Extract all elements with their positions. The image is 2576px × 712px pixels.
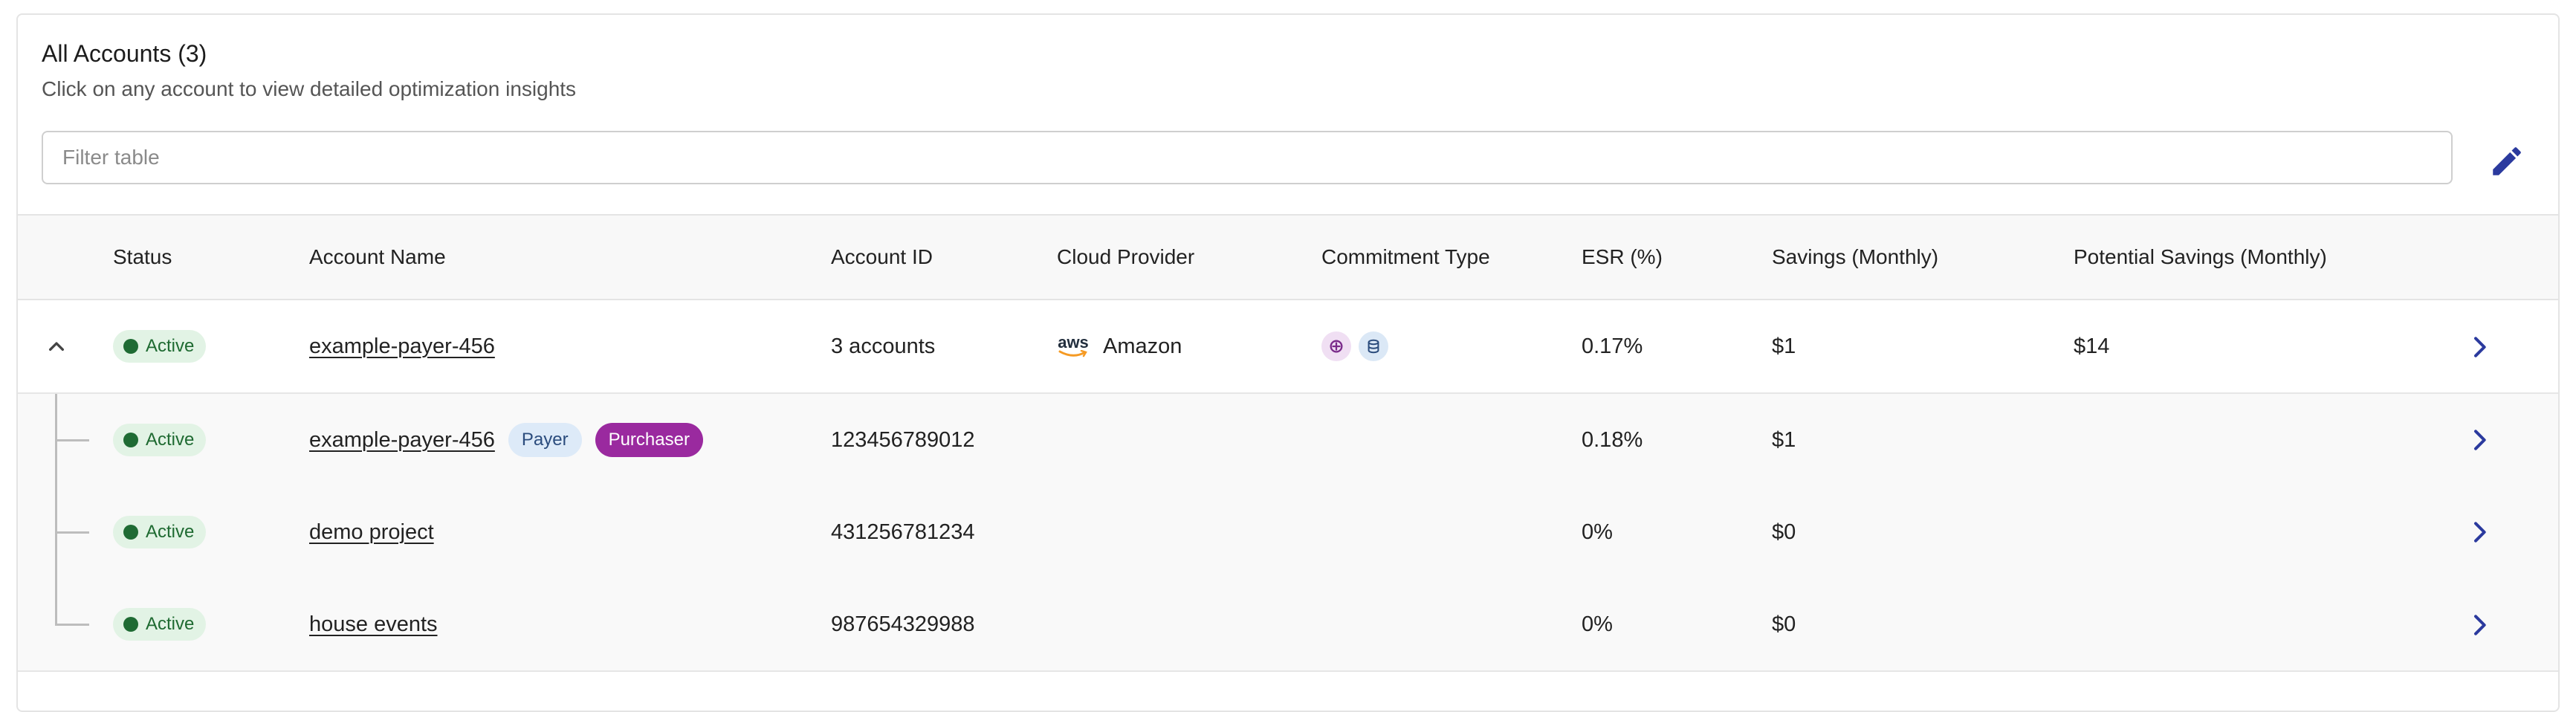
panel-title: All Accounts (3) — [42, 40, 207, 67]
accounts-panel: All Accounts (3) Click on any account to… — [16, 13, 2560, 712]
table-row-child[interactable]: Active demo project 431256781234 0% $0 — [18, 486, 2558, 578]
account-id: 987654329988 — [831, 612, 975, 636]
esr-value: 0% — [1582, 520, 1613, 544]
column-header-status[interactable]: Status — [113, 216, 172, 299]
column-header-savings[interactable]: Savings (Monthly) — [1772, 216, 1938, 299]
cloud-provider-label: Amazon — [1103, 334, 1182, 358]
savings-value: $0 — [1772, 612, 1796, 636]
status-dot-icon — [123, 433, 138, 447]
esr-value: 0.18% — [1582, 427, 1643, 452]
column-header-cloud-provider[interactable]: Cloud Provider — [1057, 216, 1194, 299]
database-icon — [1359, 331, 1388, 361]
table-row-child[interactable]: Active house events 987654329988 0% $0 — [18, 578, 2558, 672]
filter-table-input[interactable] — [42, 131, 2453, 184]
column-header-account-name[interactable]: Account Name — [309, 216, 446, 299]
chevron-right-icon[interactable] — [2465, 517, 2494, 547]
panel-subtitle: Click on any account to view detailed op… — [42, 77, 577, 100]
cloud-provider: aws Amazon — [1057, 300, 1182, 392]
potential-savings-value: $14 — [2074, 334, 2110, 358]
chevron-right-icon[interactable] — [2465, 332, 2494, 362]
pencil-icon — [2493, 147, 2521, 175]
aws-logo-icon: aws — [1057, 334, 1090, 357]
table-header: Status Account Name Account ID Cloud Pro… — [18, 214, 2558, 300]
account-name-link[interactable]: demo project — [309, 520, 434, 545]
commitment-type — [1321, 300, 1396, 392]
status-badge: Active — [113, 424, 207, 456]
account-id: 123456789012 — [831, 427, 975, 452]
table-row-parent[interactable]: Active example-payer-456 3 accounts aws … — [18, 300, 2558, 394]
column-header-potential-savings[interactable]: Potential Savings (Monthly) — [2074, 216, 2327, 299]
chevron-right-icon[interactable] — [2465, 610, 2494, 640]
tree-connector-branch — [55, 624, 89, 626]
status-badge: Active — [113, 330, 207, 363]
column-header-esr[interactable]: ESR (%) — [1582, 216, 1663, 299]
account-name-link[interactable]: house events — [309, 612, 438, 637]
esr-value: 0.17% — [1582, 334, 1643, 358]
savings-value: $1 — [1772, 427, 1796, 452]
tree-connector-vertical — [55, 394, 57, 626]
status-dot-icon — [123, 617, 138, 632]
status-dot-icon — [123, 339, 138, 354]
column-header-commitment-type[interactable]: Commitment Type — [1321, 216, 1490, 299]
payer-tag: Payer — [508, 423, 582, 457]
chevron-up-icon[interactable] — [42, 332, 71, 362]
account-name-link[interactable]: example-payer-456 — [309, 428, 495, 453]
account-id: 431256781234 — [831, 520, 975, 544]
compute-plan-icon — [1321, 331, 1351, 361]
account-name-link[interactable]: example-payer-456 — [309, 334, 495, 359]
esr-value: 0% — [1582, 612, 1613, 636]
status-badge: Active — [113, 516, 207, 548]
chevron-right-icon[interactable] — [2465, 425, 2494, 455]
edit-columns-button[interactable] — [2488, 143, 2525, 180]
tree-connector-branch — [55, 439, 89, 441]
account-id: 3 accounts — [831, 334, 936, 358]
table-row-child[interactable]: Active example-payer-456 Payer Purchaser… — [18, 394, 2558, 486]
column-header-account-id[interactable]: Account ID — [831, 216, 933, 299]
status-dot-icon — [123, 525, 138, 540]
status-badge: Active — [113, 608, 207, 641]
savings-value: $1 — [1772, 334, 1796, 358]
purchaser-tag: Purchaser — [595, 423, 703, 457]
tree-connector-branch — [55, 531, 89, 534]
savings-value: $0 — [1772, 520, 1796, 544]
